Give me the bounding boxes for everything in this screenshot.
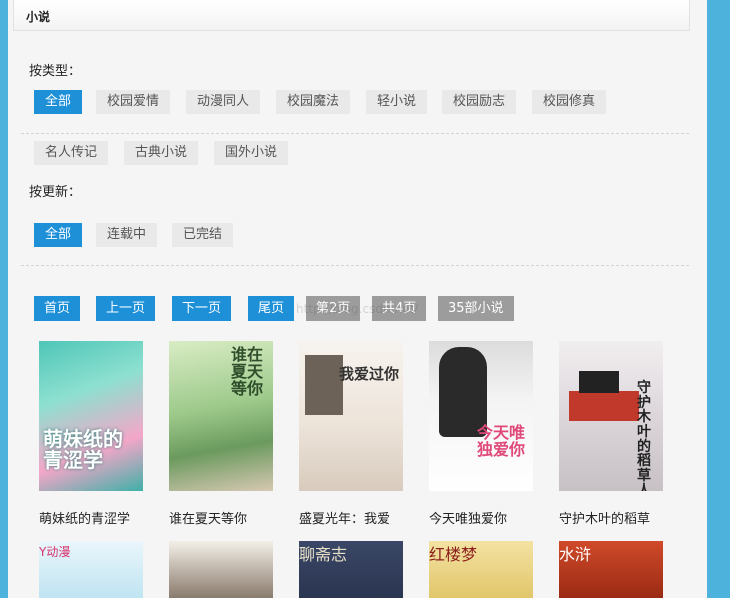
type-filter-campus-cultivation[interactable]: 校园修真	[532, 90, 607, 114]
book-cover[interactable]: 聊斋志	[299, 541, 403, 598]
book-cover[interactable]: 萌妹纸的青涩学	[39, 341, 143, 491]
type-filter-light-novel[interactable]: 轻小说	[366, 90, 428, 114]
book-cover[interactable]: 今天唯独爱你	[429, 341, 533, 491]
type-filter-anime-fan[interactable]: 动漫同人	[186, 90, 261, 114]
type-filter-label: 按类型：	[29, 64, 82, 79]
divider	[21, 133, 689, 134]
cover-art	[305, 355, 343, 415]
type-filter-campus-love[interactable]: 校园爱情	[96, 90, 171, 114]
book-cover[interactable]	[169, 541, 273, 598]
type-filter-classic[interactable]: 古典小说	[124, 141, 199, 165]
book-cover[interactable]: 水浒	[559, 541, 663, 598]
watermark: http://blog.csdn.net/	[296, 302, 419, 316]
next-page-button[interactable]: 下一页	[172, 296, 232, 321]
type-filter-biography[interactable]: 名人传记	[34, 141, 109, 165]
type-filter-campus-inspire[interactable]: 校园励志	[442, 90, 517, 114]
total-books-indicator: 35部小说	[438, 296, 514, 321]
book-title[interactable]: 萌妹纸的青涩学	[39, 508, 130, 527]
update-filter-all[interactable]: 全部	[34, 223, 83, 247]
type-filter-all[interactable]: 全部	[34, 90, 83, 114]
first-page-button[interactable]: 首页	[34, 296, 81, 321]
section-header: 小说	[13, 0, 690, 31]
book-title[interactable]: 守护木叶的稻草	[559, 508, 650, 527]
book-cover[interactable]: Y动漫	[39, 541, 143, 598]
prev-page-button[interactable]: 上一页	[96, 296, 156, 321]
cover-art	[569, 391, 639, 421]
book-title[interactable]: 谁在夏天等你	[169, 508, 247, 527]
type-filter-campus-magic[interactable]: 校园魔法	[276, 90, 351, 114]
book-cover[interactable]: 我爱过你	[299, 341, 403, 491]
update-filter-completed[interactable]: 已完结	[172, 223, 234, 247]
last-page-button[interactable]: 尾页	[248, 296, 295, 321]
book-cover[interactable]: 谁在夏天等你	[169, 341, 273, 491]
update-filter-ongoing[interactable]: 连载中	[96, 223, 158, 247]
book-cover[interactable]: 红楼梦	[429, 541, 533, 598]
book-title[interactable]: 盛夏光年：我爱	[299, 508, 390, 527]
book-cover[interactable]: 守护木叶的稻草人	[559, 341, 663, 491]
update-filter-label: 按更新：	[29, 185, 82, 200]
page-title: 小说	[26, 10, 51, 24]
book-title[interactable]: 今天唯独爱你	[429, 508, 507, 527]
type-filter-foreign[interactable]: 国外小说	[214, 141, 289, 165]
cover-art	[579, 371, 619, 393]
divider	[21, 265, 689, 266]
